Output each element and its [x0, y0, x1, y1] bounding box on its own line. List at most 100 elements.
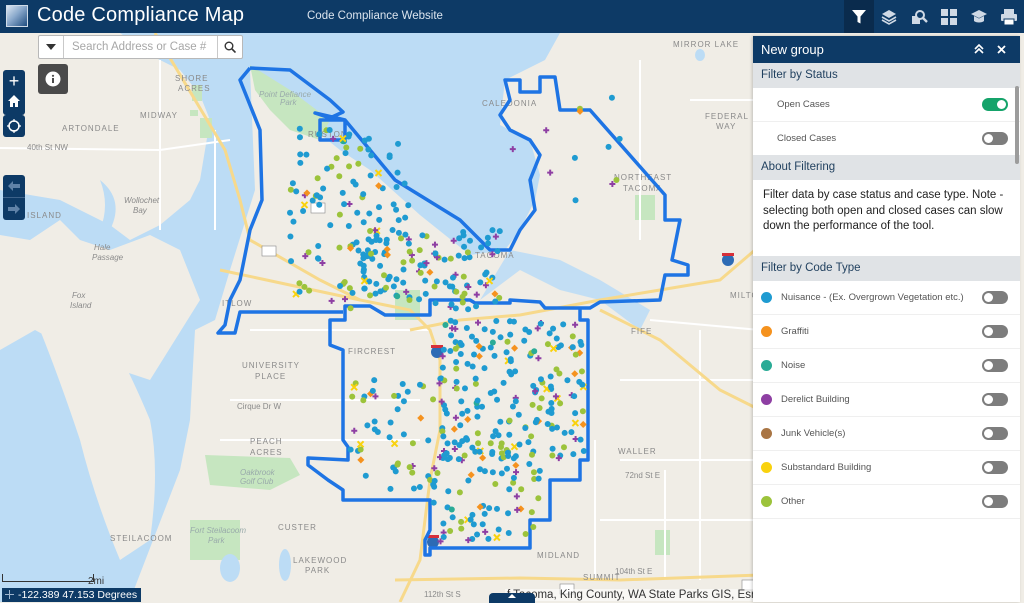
open-cases-toggle[interactable] — [982, 98, 1008, 111]
print-button[interactable] — [994, 0, 1024, 33]
case-marker — [448, 506, 455, 513]
filter-button[interactable] — [844, 0, 874, 33]
case-marker — [296, 280, 303, 287]
park — [190, 110, 198, 116]
case-marker — [521, 337, 528, 344]
status-row-closed[interactable]: Closed Cases — [753, 122, 1020, 155]
code-type-toggle[interactable] — [982, 291, 1008, 304]
svg-text:PEACH: PEACH — [250, 437, 283, 446]
mirror-lake — [695, 49, 705, 61]
code-type-toggle[interactable] — [982, 359, 1008, 372]
zoom-in-button[interactable]: + — [3, 70, 25, 92]
case-marker — [336, 211, 343, 218]
case-marker — [441, 256, 448, 263]
case-marker — [505, 452, 512, 459]
education-button[interactable] — [964, 0, 994, 33]
code-type-row[interactable]: Noise — [753, 349, 1020, 383]
legend-swatch-icon — [761, 394, 772, 405]
svg-text:Fox: Fox — [72, 291, 86, 300]
section-about-filtering: About Filtering — [753, 155, 1020, 180]
next-extent-button[interactable] — [3, 198, 25, 220]
website-link[interactable]: Code Compliance Website — [307, 10, 443, 22]
code-type-row[interactable]: Junk Vehicle(s) — [753, 417, 1020, 451]
case-marker — [306, 287, 313, 294]
lake — [279, 549, 291, 581]
search-input[interactable] — [64, 36, 217, 58]
case-marker — [440, 520, 447, 527]
case-marker — [550, 325, 557, 332]
case-marker — [506, 431, 513, 438]
case-marker — [466, 237, 473, 244]
code-type-toggle[interactable] — [982, 461, 1008, 474]
case-marker — [533, 416, 540, 423]
layers-button[interactable] — [874, 0, 904, 33]
code-type-toggle[interactable] — [982, 427, 1008, 440]
code-type-row[interactable]: Nuisance - (Ex. Overgrown Vegetation etc… — [753, 281, 1020, 315]
panel-scrollbar[interactable] — [1015, 86, 1019, 164]
home-button[interactable] — [3, 90, 25, 112]
case-marker — [393, 184, 400, 191]
query-icon — [912, 9, 928, 24]
case-marker — [457, 422, 464, 429]
case-marker — [509, 403, 516, 410]
close-button[interactable] — [990, 43, 1012, 57]
case-marker — [419, 232, 426, 239]
case-marker — [357, 145, 364, 152]
case-marker — [431, 477, 438, 484]
case-marker — [296, 134, 303, 141]
case-marker — [571, 154, 578, 161]
status-row-open[interactable]: Open Cases — [753, 88, 1020, 122]
case-marker — [431, 283, 438, 290]
locate-button[interactable] — [3, 115, 25, 137]
case-marker — [537, 320, 544, 327]
close-icon — [996, 44, 1006, 54]
case-marker — [417, 262, 424, 269]
case-marker — [406, 296, 413, 303]
panel-title: New group — [761, 42, 824, 57]
case-marker — [349, 289, 356, 296]
svg-text:104th St E: 104th St E — [615, 567, 652, 576]
case-marker — [296, 288, 303, 295]
code-type-toggle[interactable] — [982, 495, 1008, 508]
info-button[interactable] — [38, 64, 68, 94]
code-type-row[interactable]: Graffiti — [753, 315, 1020, 349]
case-marker — [315, 242, 322, 249]
closed-cases-toggle[interactable] — [982, 132, 1008, 145]
svg-text:Fort Steilacoom: Fort Steilacoom — [190, 526, 246, 535]
case-marker — [357, 446, 364, 453]
svg-text:Park: Park — [208, 536, 225, 545]
case-marker — [347, 446, 354, 453]
case-marker — [447, 348, 454, 355]
collapse-button[interactable] — [968, 43, 990, 57]
section-filter-by-code-type: Filter by Code Type — [753, 256, 1020, 281]
case-marker — [375, 204, 382, 211]
case-marker — [548, 400, 555, 407]
case-marker — [400, 279, 407, 286]
case-marker — [477, 279, 484, 286]
case-marker — [343, 144, 350, 151]
case-marker — [579, 381, 586, 388]
case-marker — [320, 185, 327, 192]
case-marker — [546, 330, 553, 337]
case-marker — [560, 444, 567, 451]
previous-extent-button[interactable] — [3, 175, 25, 197]
case-marker — [461, 255, 468, 262]
code-type-toggle[interactable] — [982, 325, 1008, 338]
park — [635, 195, 655, 220]
scale-bar — [2, 574, 94, 582]
code-type-row[interactable]: Derelict Building — [753, 383, 1020, 417]
case-marker — [449, 274, 456, 281]
search-source-dropdown[interactable] — [39, 36, 64, 58]
code-type-toggle[interactable] — [982, 393, 1008, 406]
coordinate-readout[interactable]: -122.389 47.153 Degrees — [2, 588, 142, 602]
case-marker — [505, 530, 512, 537]
case-marker — [548, 410, 555, 417]
case-marker — [528, 451, 535, 458]
case-marker — [497, 334, 504, 341]
code-type-row[interactable]: Other — [753, 485, 1020, 519]
case-marker — [492, 298, 499, 305]
basemap-gallery-button[interactable] — [934, 0, 964, 33]
query-button[interactable] — [904, 0, 934, 33]
search-button[interactable] — [217, 36, 242, 58]
code-type-row[interactable]: Substandard Building — [753, 451, 1020, 485]
